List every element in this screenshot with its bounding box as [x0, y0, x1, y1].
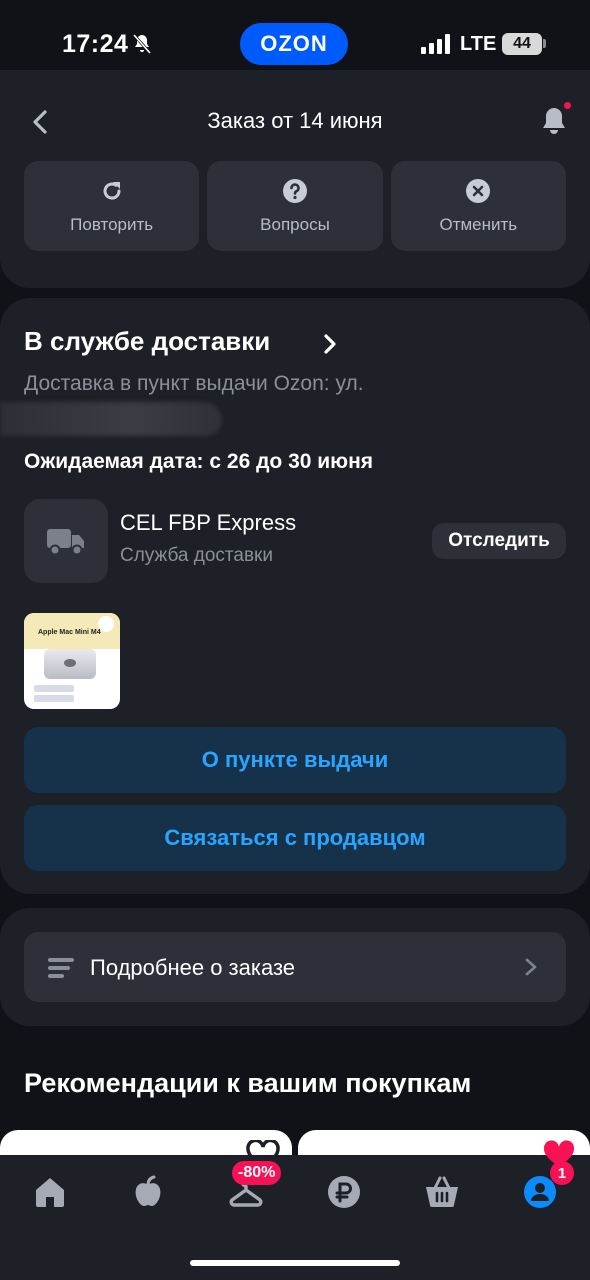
notification-bell-icon[interactable] — [538, 104, 570, 138]
bell-mute-icon — [132, 34, 152, 54]
carrier-subtitle: Служба доставки — [120, 545, 273, 566]
battery-tip — [543, 39, 546, 48]
carrier-name: CEL FBP Express — [120, 510, 297, 535]
chevron-right-icon — [525, 958, 537, 976]
profile-badge: 1 — [550, 1161, 574, 1185]
cart-icon[interactable] — [424, 1174, 460, 1210]
list-icon — [48, 958, 74, 978]
thumbnail-spec-ram — [34, 685, 74, 692]
cancel-label: Отменить — [439, 215, 518, 234]
product-thumbnail[interactable]: Apple Mac Mini M4 — [24, 613, 120, 709]
ozon-logo: OZON — [240, 23, 348, 65]
ruble-icon[interactable] — [326, 1174, 362, 1210]
notification-dot — [564, 102, 571, 109]
cancel-order-button[interactable]: Отменить — [390, 161, 566, 251]
question-icon — [282, 179, 307, 203]
thumbnail-spec-ssd — [34, 695, 74, 702]
signal-icon — [421, 34, 450, 54]
questions-button[interactable]: Вопросы — [207, 161, 383, 251]
repeat-order-button[interactable]: Повторить — [24, 161, 200, 251]
contact-seller-button[interactable]: Связаться с продавцом — [24, 805, 566, 871]
pickup-point-button[interactable]: О пункте выдачи — [24, 727, 566, 793]
delivery-status-title[interactable]: В службе доставки — [24, 326, 270, 357]
order-actions: Повторить Вопросы Отменить — [24, 161, 566, 251]
thumbnail-title: Apple Mac Mini M4 — [38, 629, 101, 636]
fresh-apple-icon[interactable] — [130, 1174, 166, 1210]
questions-label: Вопросы — [260, 215, 330, 234]
home-indicator — [190, 1260, 400, 1266]
promo-badge: -80% — [232, 1161, 282, 1185]
repeat-icon — [103, 182, 121, 200]
page-title: Заказ от 14 июня — [207, 108, 383, 133]
carrier-logo — [24, 499, 108, 583]
battery-level: 44 — [513, 35, 531, 52]
expected-date: Ожидаемая дата: с 26 до 30 июня — [24, 450, 374, 473]
delivery-address: Доставка в пункт выдачи Ozon: ул. — [24, 372, 364, 395]
cancel-icon — [466, 179, 491, 203]
order-details-label[interactable]: Подробнее о заказе — [90, 955, 295, 981]
order-screen: 17:24 OZON LTE 44 Заказ от 14 июня Повто… — [0, 0, 590, 1280]
repeat-label: Повторить — [70, 215, 154, 234]
status-time: 17:24 — [62, 30, 129, 58]
truck-icon — [47, 529, 84, 556]
home-icon[interactable] — [32, 1174, 68, 1210]
track-button[interactable]: Отследить — [432, 523, 566, 559]
battery-icon: 44 — [502, 33, 542, 55]
chevron-right-icon[interactable] — [322, 333, 338, 355]
address-redaction — [0, 402, 222, 436]
mac-mini-image — [44, 649, 96, 679]
network-label: LTE — [460, 33, 497, 55]
recommendations-title: Рекомендации к вашим покупкам — [24, 1068, 472, 1098]
